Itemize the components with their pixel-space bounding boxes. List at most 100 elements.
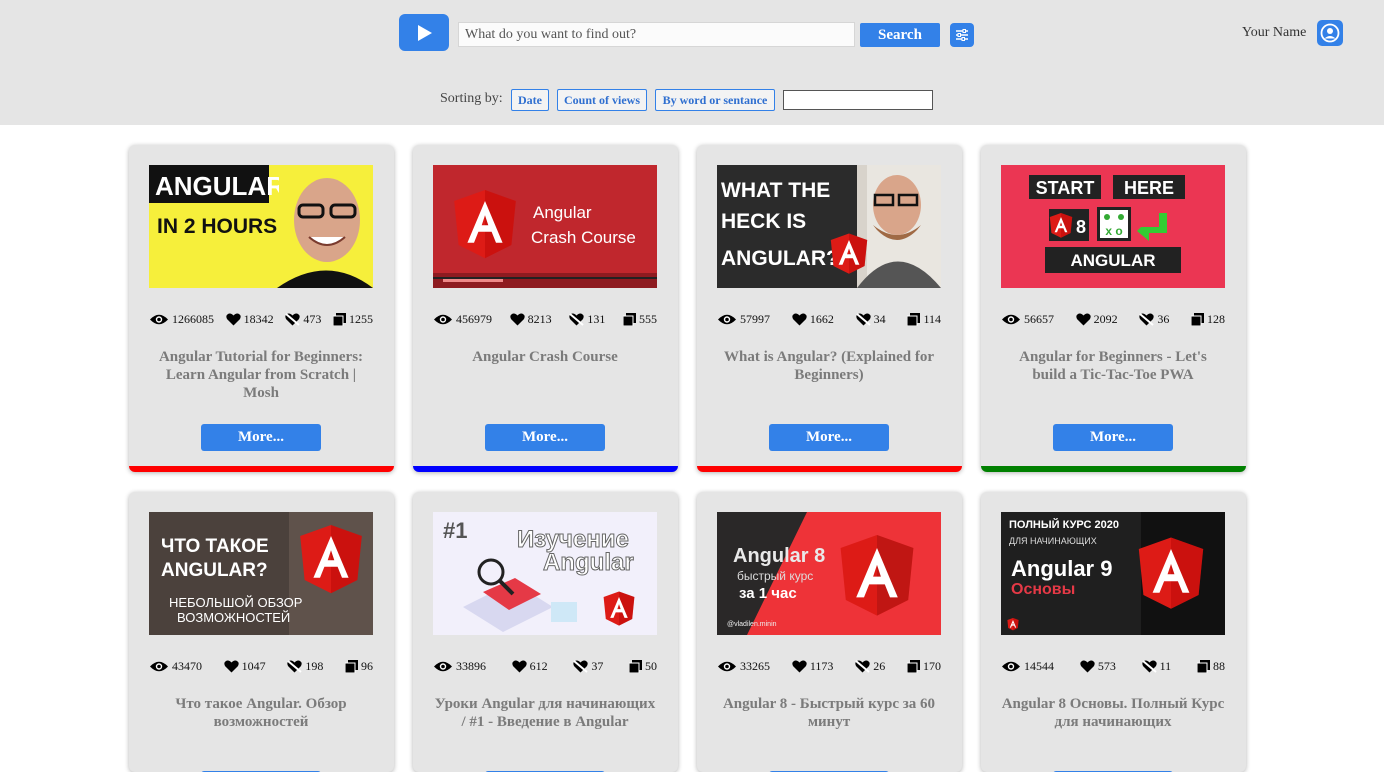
likes-count: 1047 bbox=[241, 658, 266, 673]
dislikes-stat: 36 bbox=[1139, 312, 1169, 327]
views-stat: 57997 bbox=[717, 312, 770, 327]
svg-text:Angular: Angular bbox=[543, 549, 634, 576]
more-button[interactable]: More... bbox=[1053, 424, 1173, 451]
video-title[interactable]: What is Angular? (Explained for Beginner… bbox=[717, 348, 941, 384]
video-card: START HERE 8x o ANGULAR 56657 2092 36 128 … bbox=[981, 145, 1246, 472]
search-input[interactable] bbox=[458, 22, 855, 47]
video-thumbnail[interactable]: ПОЛНЫЙ КУРС 2020 ДЛЯ НАЧИНАЮЩИХ Angular 9О… bbox=[1001, 512, 1225, 635]
sort-word-button[interactable]: By word or sentance bbox=[655, 89, 775, 111]
dislikes-stat: 11 bbox=[1141, 659, 1171, 674]
comments-stat: 50 bbox=[628, 659, 657, 674]
video-stats: 33896 612 37 50 bbox=[433, 657, 657, 675]
svg-text:ЧТО ТАКОЕ: ЧТО ТАКОЕ bbox=[161, 536, 269, 557]
comments-stat: 88 bbox=[1197, 659, 1225, 674]
heart-icon bbox=[1075, 312, 1091, 326]
video-thumbnail[interactable]: ANGULAR IN 2 HOURS bbox=[149, 165, 373, 288]
status-bar bbox=[981, 466, 1246, 472]
svg-text:Основы: Основы bbox=[1011, 581, 1075, 598]
user-avatar-icon[interactable] bbox=[1317, 20, 1343, 46]
copy-icon bbox=[622, 312, 636, 326]
eye-icon bbox=[433, 313, 453, 326]
views-count: 14544 bbox=[1024, 658, 1054, 673]
dislikes-stat: 131 bbox=[569, 312, 605, 327]
views-stat: 456979 bbox=[433, 312, 492, 327]
dislikes-stat: 34 bbox=[855, 312, 886, 327]
broken-heart-icon bbox=[855, 312, 871, 326]
heart-icon bbox=[509, 312, 525, 326]
views-count: 43470 bbox=[172, 658, 202, 673]
video-thumbnail[interactable]: #1 Изучение Angular Изучение Angular bbox=[433, 512, 657, 635]
views-count: 1266085 bbox=[172, 311, 214, 326]
dislikes-count: 37 bbox=[591, 658, 604, 673]
svg-text:#1: #1 bbox=[443, 518, 467, 543]
video-thumbnail[interactable]: WHAT THE HECK IS ANGULAR? bbox=[717, 165, 941, 288]
video-title[interactable]: Angular 8 Основы. Полный Курс для начина… bbox=[1001, 695, 1225, 731]
video-thumbnail[interactable]: ЧТО ТАКОЕ ANGULAR? НЕБОЛЬШОЙ ОБЗОР ВОЗМОЖНО… bbox=[149, 512, 373, 635]
likes-stat: 1047 bbox=[223, 658, 266, 674]
broken-heart-icon bbox=[287, 659, 302, 673]
svg-text:ANGULAR: ANGULAR bbox=[155, 171, 285, 201]
logo-play-icon[interactable] bbox=[399, 14, 449, 51]
dislikes-stat: 473 bbox=[285, 312, 321, 327]
comments-stat: 1255 bbox=[332, 312, 373, 327]
search-button[interactable]: Search bbox=[860, 23, 940, 47]
status-bar bbox=[413, 466, 678, 472]
heart-icon bbox=[1080, 659, 1095, 673]
video-card: Angular 8 быстрый курс за 1 час @vladilen.m… bbox=[697, 492, 962, 772]
video-card: #1 Изучение Angular Изучение Angular 33896 6… bbox=[413, 492, 678, 772]
video-title[interactable]: Уроки Angular для начинающих / #1 - Введ… bbox=[433, 695, 657, 731]
comments-stat: 114 bbox=[907, 312, 941, 327]
sort-label: Sorting by: bbox=[440, 91, 503, 106]
copy-icon bbox=[1190, 312, 1204, 326]
filter-settings-icon[interactable] bbox=[950, 23, 974, 47]
dislikes-stat: 26 bbox=[855, 659, 885, 674]
sort-word-input[interactable] bbox=[783, 90, 933, 110]
svg-text:Angular: Angular bbox=[533, 203, 592, 222]
eye-icon bbox=[433, 660, 453, 673]
more-button[interactable]: More... bbox=[485, 424, 605, 451]
dislikes-count: 473 bbox=[303, 311, 322, 326]
views-count: 57997 bbox=[740, 311, 770, 326]
video-title[interactable]: Что такое Angular. Обзор возможностей bbox=[149, 695, 373, 731]
copy-icon bbox=[628, 659, 642, 673]
video-title[interactable]: Angular Crash Course bbox=[433, 348, 657, 366]
sort-date-button[interactable]: Date bbox=[511, 89, 549, 111]
views-stat: 14544 bbox=[1001, 659, 1054, 674]
video-title[interactable]: Angular 8 - Быстрый курс за 60 минут bbox=[717, 695, 941, 731]
video-title[interactable]: Angular Tutorial for Beginners: Learn An… bbox=[149, 348, 373, 402]
comments-count: 96 bbox=[360, 658, 373, 673]
svg-text:за 1 час: за 1 час bbox=[739, 585, 797, 602]
svg-text:Angular 9: Angular 9 bbox=[1011, 556, 1112, 581]
sort-views-button[interactable]: Count of views bbox=[557, 89, 647, 111]
video-thumbnail[interactable]: Angular 8 быстрый курс за 1 час @vladilen.m… bbox=[717, 512, 941, 635]
eye-icon bbox=[717, 660, 737, 673]
video-thumbnail[interactable]: Angular Crash Course bbox=[433, 165, 657, 288]
video-card: WHAT THE HECK IS ANGULAR? 57997 1662 34 11… bbox=[697, 145, 962, 472]
video-title[interactable]: Angular for Beginners - Let's build a Ti… bbox=[1001, 348, 1225, 384]
likes-stat: 2092 bbox=[1075, 312, 1118, 327]
heart-icon bbox=[511, 659, 527, 673]
more-button[interactable]: More... bbox=[769, 424, 889, 451]
video-thumbnail[interactable]: START HERE 8 x o ANGULAR bbox=[1001, 165, 1225, 288]
svg-text:быстрый курс: быстрый курс bbox=[737, 569, 813, 583]
comments-count: 114 bbox=[923, 311, 941, 326]
heart-icon bbox=[223, 659, 239, 673]
comments-stat: 96 bbox=[344, 658, 373, 674]
status-bar bbox=[129, 466, 394, 472]
views-stat: 1266085 bbox=[149, 312, 214, 327]
eye-icon bbox=[717, 313, 737, 326]
svg-text:x o: x o bbox=[1105, 224, 1122, 238]
video-card: ЧТО ТАКОЕ ANGULAR? НЕБОЛЬШОЙ ОБЗОР ВОЗМОЖНО… bbox=[129, 492, 394, 772]
svg-text:WHAT THE: WHAT THE bbox=[721, 179, 830, 202]
svg-text:Angular 8: Angular 8 bbox=[733, 545, 825, 567]
user-name: Your Name bbox=[1242, 25, 1307, 40]
comments-stat: 170 bbox=[907, 659, 941, 674]
broken-heart-icon bbox=[1141, 659, 1157, 673]
views-stat: 43470 bbox=[149, 659, 202, 674]
video-card: ANGULAR IN 2 HOURS 1266085 18342 473 1255… bbox=[129, 145, 394, 472]
views-count: 456979 bbox=[456, 311, 492, 326]
dislikes-count: 131 bbox=[587, 311, 606, 326]
more-button[interactable]: More... bbox=[201, 424, 321, 451]
dislikes-stat: 198 bbox=[287, 659, 323, 674]
heart-icon bbox=[225, 312, 241, 326]
